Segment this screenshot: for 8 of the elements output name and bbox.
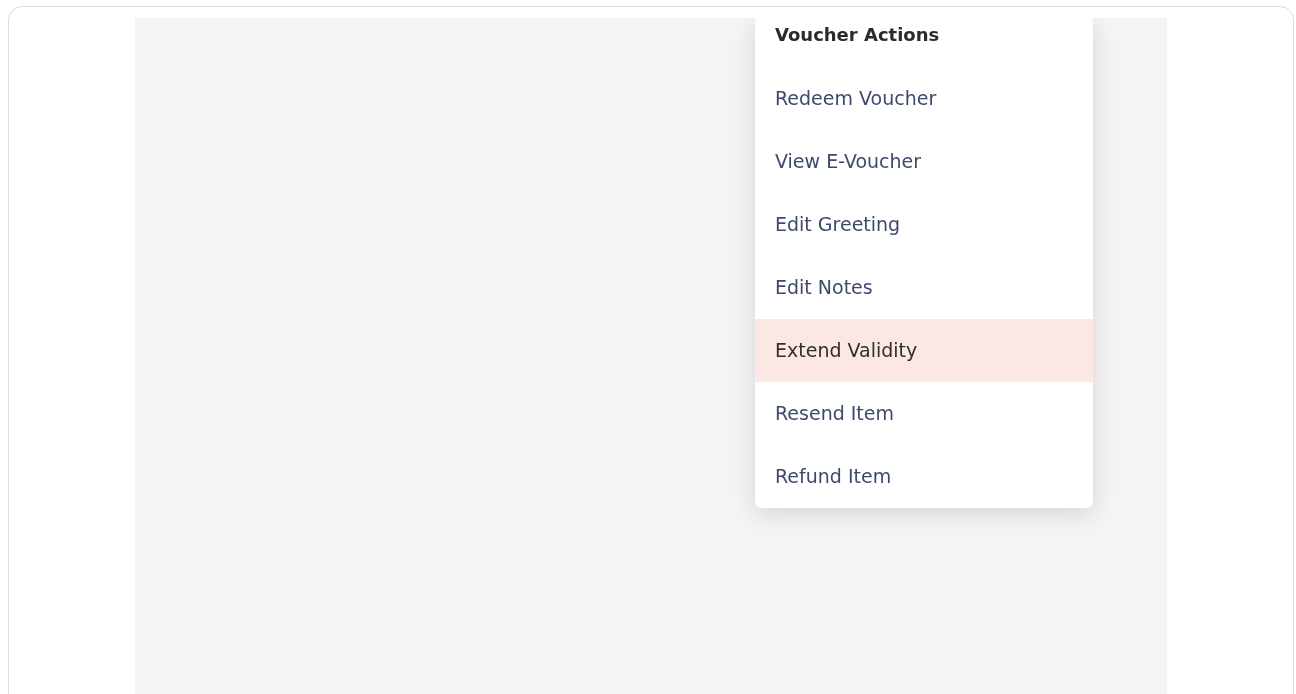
menu-item[interactable]: Refund Item (755, 445, 1093, 508)
menu-item[interactable]: Edit Notes (755, 256, 1093, 319)
menu-item[interactable]: Redeem Voucher (755, 67, 1093, 130)
menu-item[interactable]: Edit Greeting (755, 193, 1093, 256)
menu-item[interactable]: View E-Voucher (755, 130, 1093, 193)
menu-item[interactable]: Resend Item (755, 382, 1093, 445)
menu-title: Voucher Actions (774, 23, 941, 47)
menu-item[interactable]: Extend Validity (755, 319, 1093, 382)
